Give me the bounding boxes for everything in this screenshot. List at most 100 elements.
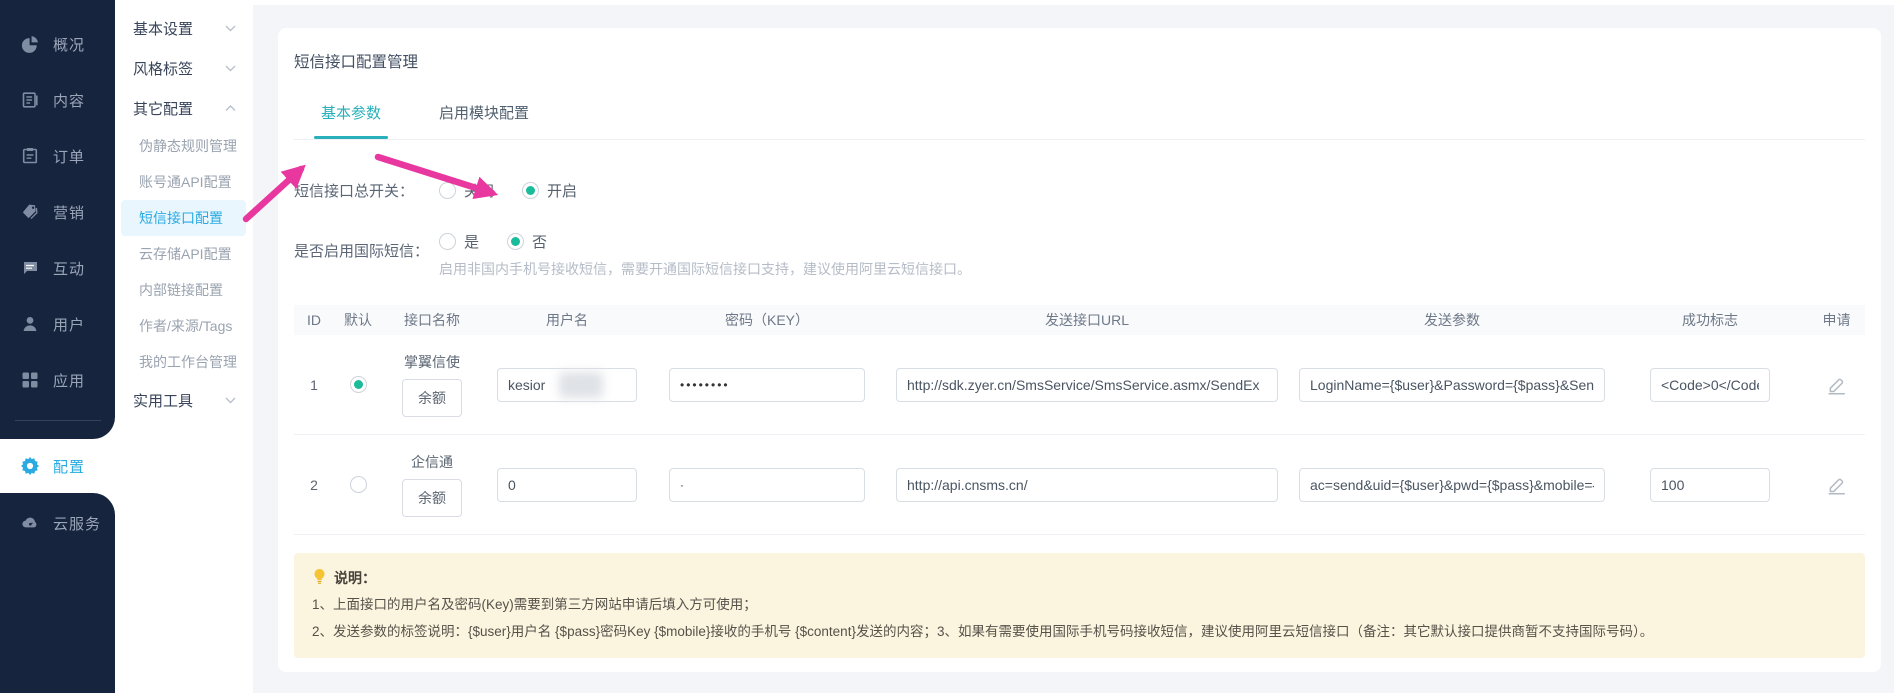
- main-content: 短信接口配置管理 基本参数 启用模块配置 短信接口总开关： 关闭 开启: [253, 0, 1894, 693]
- success-flag-input[interactable]: [1650, 368, 1770, 402]
- sidebar-item-label: 应用: [53, 370, 85, 391]
- note-line-2: 2、发送参数的标签说明：{$user}用户名 {$pass}密码Key {$mo…: [312, 618, 1847, 645]
- sidebar-item-label: 互动: [53, 258, 85, 279]
- menu-item-label: 作者/来源/Tags: [139, 316, 232, 336]
- send-params-input[interactable]: [1299, 368, 1605, 402]
- top-strip: [253, 0, 1894, 5]
- col-header-params: 发送参数: [1292, 310, 1612, 330]
- tab-basic-params[interactable]: 基本参数: [318, 102, 384, 139]
- balance-button[interactable]: 余额: [402, 479, 462, 517]
- tab-module-config[interactable]: 启用模块配置: [436, 102, 532, 139]
- sidebar-item-interaction[interactable]: 互动: [0, 240, 115, 296]
- col-header-success: 成功标志: [1612, 310, 1808, 330]
- sidebar-item-apps[interactable]: 应用: [0, 352, 115, 408]
- users-icon: [21, 315, 39, 333]
- username-wrap: [497, 368, 637, 402]
- col-header-username: 用户名: [482, 310, 652, 330]
- col-header-apply: 申请: [1808, 310, 1865, 330]
- sidebar-item-label: 概况: [53, 34, 85, 55]
- tab-bar: 基本参数 启用模块配置: [294, 102, 1865, 140]
- menu-group-utilities[interactable]: 实用工具: [115, 380, 253, 420]
- interface-name: 企信通: [411, 452, 453, 472]
- chevron-up-icon: [225, 105, 236, 112]
- menu-item-account-api[interactable]: 账号通API配置: [115, 164, 253, 200]
- radio-option-yes[interactable]: 是: [439, 231, 479, 252]
- menu-item-pseudo-static-rules[interactable]: 伪静态规则管理: [115, 128, 253, 164]
- gear-icon: [21, 457, 39, 475]
- edit-pencil-icon[interactable]: [1826, 474, 1847, 495]
- sidebar-item-content[interactable]: 内容: [0, 72, 115, 128]
- international-sms-help: 启用非国内手机号接收短信，需要开通国际短信接口支持，建议使用阿里云短信接口。: [439, 259, 971, 279]
- sidebar-item-overview[interactable]: 概况: [0, 16, 115, 72]
- menu-item-my-workbench[interactable]: 我的工作台管理: [115, 344, 253, 380]
- sidebar-item-marketing[interactable]: 营销: [0, 184, 115, 240]
- menu-item-sms-api-config[interactable]: 短信接口配置: [121, 200, 246, 236]
- menu-item-label: 伪静态规则管理: [139, 136, 237, 156]
- table-row: 1 掌翼信使 余额: [294, 335, 1865, 435]
- sms-master-switch-row: 短信接口总开关： 关闭 开启: [294, 180, 1865, 201]
- menu-item-label: 内部链接配置: [139, 280, 223, 300]
- radio-no[interactable]: [507, 233, 524, 250]
- content-icon: [21, 91, 39, 109]
- page-title: 短信接口配置管理: [294, 28, 1865, 72]
- primary-sidebar-active-notch: 配置: [0, 439, 115, 493]
- password-input[interactable]: [669, 368, 865, 402]
- menu-group-basic-settings[interactable]: 基本设置: [115, 8, 253, 48]
- menu-item-author-source-tags[interactable]: 作者/来源/Tags: [115, 308, 253, 344]
- menu-group-label: 实用工具: [133, 390, 193, 411]
- balance-button[interactable]: 余额: [402, 379, 462, 417]
- sms-config-page: 概况 内容 订单 营销 互动 用户: [0, 0, 1894, 693]
- international-sms-label: 是否启用国际短信：: [294, 231, 439, 261]
- menu-group-style-tags[interactable]: 风格标签: [115, 48, 253, 88]
- bulb-icon: [312, 568, 327, 588]
- primary-sidebar-bottom-block: 云服务: [0, 493, 115, 693]
- chevron-down-icon: [225, 25, 236, 32]
- menu-group-label: 基本设置: [133, 18, 193, 39]
- send-url-input[interactable]: [896, 468, 1278, 502]
- send-url-input[interactable]: [896, 368, 1278, 402]
- sms-config-card: 短信接口配置管理 基本参数 启用模块配置 短信接口总开关： 关闭 开启: [278, 28, 1881, 672]
- sidebar-item-cloud[interactable]: 云服务: [0, 495, 115, 551]
- note-line-1: 1、上面接口的用户名及密码(Key)需要到第三方网站申请后填入方可使用；: [312, 591, 1847, 618]
- radio-yes[interactable]: [439, 233, 456, 250]
- orders-icon: [21, 147, 39, 165]
- edit-pencil-icon[interactable]: [1826, 374, 1847, 395]
- success-flag-input[interactable]: [1650, 468, 1770, 502]
- overview-icon: [21, 35, 39, 53]
- chevron-down-icon: [225, 65, 236, 72]
- password-input[interactable]: [669, 468, 865, 502]
- sms-interface-table: ID 默认 接口名称 用户名 密码（KEY） 发送接口URL 发送参数 成功标志…: [294, 305, 1865, 535]
- note-box: 说明： 1、上面接口的用户名及密码(Key)需要到第三方网站申请后填入方可使用；…: [294, 553, 1865, 658]
- sidebar-item-label: 云服务: [53, 513, 101, 534]
- menu-group-other-config[interactable]: 其它配置: [115, 88, 253, 128]
- note-title-text: 说明：: [334, 568, 376, 588]
- sidebar-item-orders[interactable]: 订单: [0, 128, 115, 184]
- sidebar-item-label: 订单: [53, 146, 85, 167]
- menu-item-label: 云存储API配置: [139, 244, 232, 264]
- marketing-icon: [21, 203, 39, 221]
- send-params-input[interactable]: [1299, 468, 1605, 502]
- menu-item-cloud-storage-api[interactable]: 云存储API配置: [115, 236, 253, 272]
- default-radio[interactable]: [350, 376, 367, 393]
- sidebar-item-config[interactable]: 配置: [0, 439, 85, 493]
- radio-option-no[interactable]: 否: [507, 231, 547, 252]
- table-header-row: ID 默认 接口名称 用户名 密码（KEY） 发送接口URL 发送参数 成功标志…: [294, 305, 1865, 335]
- col-header-default: 默认: [334, 310, 382, 330]
- sidebar-item-label: 配置: [53, 456, 85, 477]
- sidebar-item-label: 营销: [53, 202, 85, 223]
- sidebar-item-users[interactable]: 用户: [0, 296, 115, 352]
- radio-option-on[interactable]: 开启: [522, 180, 577, 201]
- col-header-url: 发送接口URL: [882, 310, 1292, 330]
- username-input[interactable]: [497, 368, 637, 402]
- radio-option-off[interactable]: 关闭: [439, 180, 494, 201]
- default-radio[interactable]: [350, 476, 367, 493]
- username-input[interactable]: [497, 468, 637, 502]
- table-row: 2 企信通 余额: [294, 435, 1865, 535]
- cloud-icon: [21, 514, 39, 532]
- radio-on[interactable]: [522, 182, 539, 199]
- radio-label: 否: [532, 231, 547, 252]
- sidebar-item-label: 用户: [53, 314, 85, 335]
- menu-item-internal-links[interactable]: 内部链接配置: [115, 272, 253, 308]
- radio-off[interactable]: [439, 182, 456, 199]
- settings-submenu: 基本设置 风格标签 其它配置 伪静态规则管理 账号通API配置 短信接口配置 云…: [115, 0, 253, 693]
